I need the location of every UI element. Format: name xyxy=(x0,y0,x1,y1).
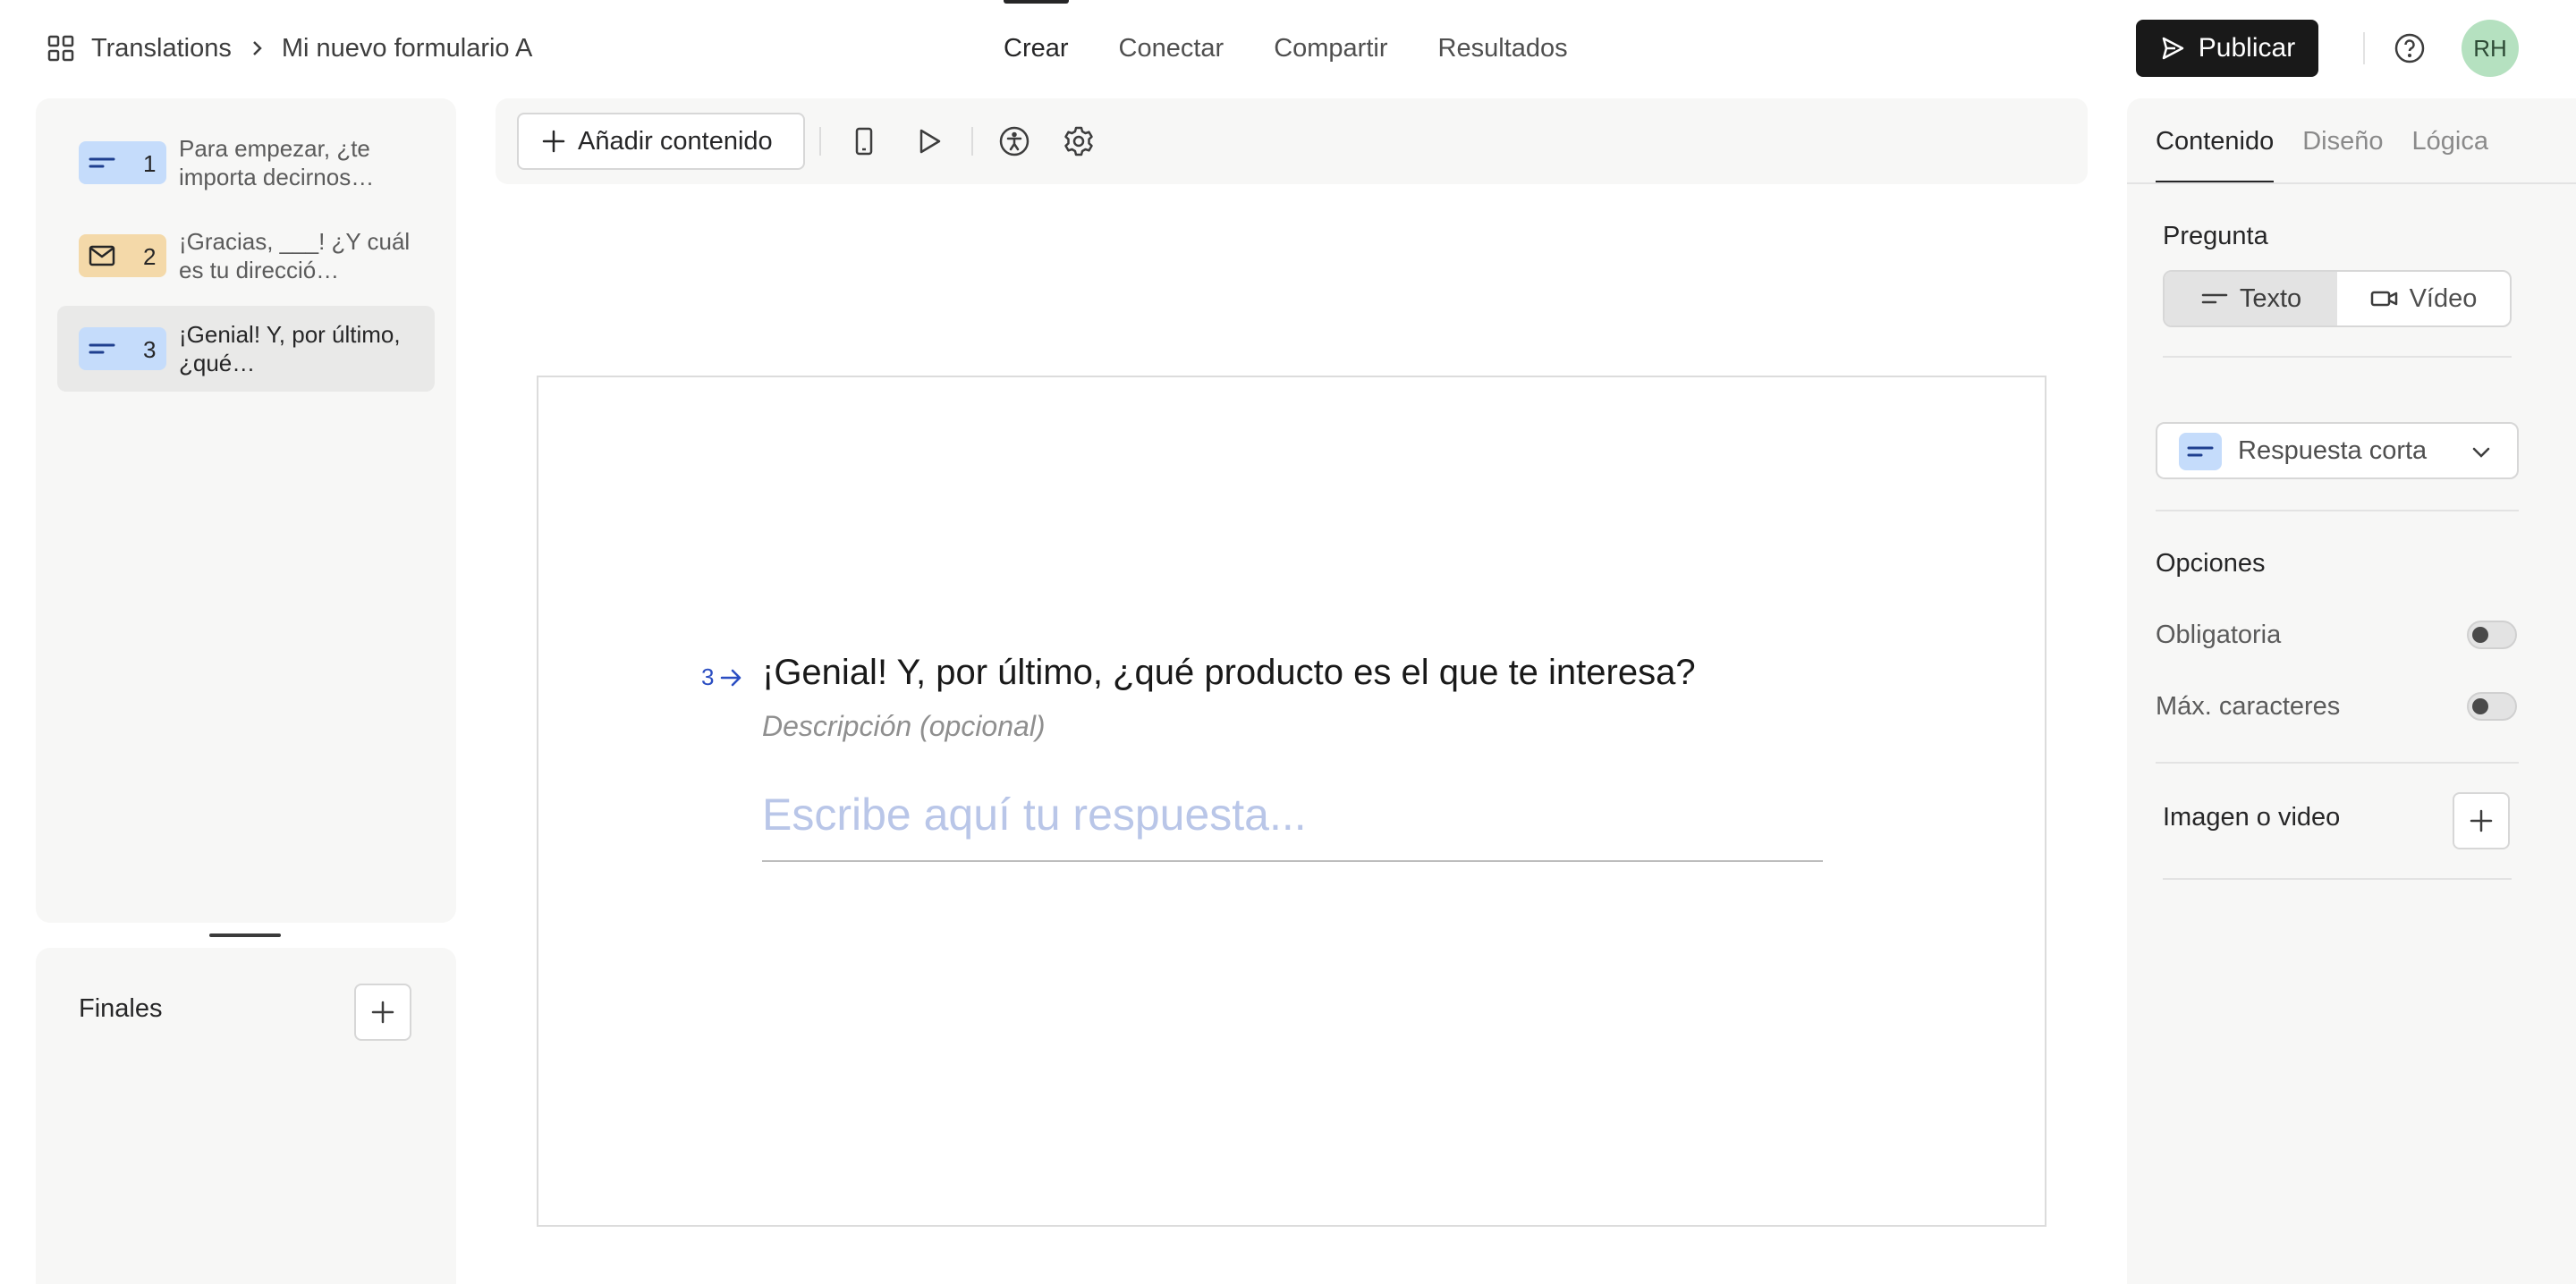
question-number-indicator: 3 xyxy=(701,663,744,691)
app-root: Translations Mi nuevo formulario A Crear… xyxy=(0,0,2576,1284)
tab-crear[interactable]: Crear xyxy=(1004,0,1069,97)
question-mode-toggle: Texto Vídeo xyxy=(2163,270,2512,327)
tabs-divider xyxy=(2127,182,2576,184)
toggle-knob xyxy=(2472,698,2488,714)
max-chars-toggle[interactable] xyxy=(2467,692,2517,721)
section-divider xyxy=(2156,510,2519,511)
chevron-right-icon xyxy=(253,41,262,55)
endings-panel: Finales xyxy=(36,948,456,1284)
question-list-item-1[interactable]: 1 Para empezar, ¿te importa decirnos… xyxy=(57,120,435,206)
top-bar: Translations Mi nuevo formulario A Crear… xyxy=(0,0,2576,97)
mobile-icon xyxy=(855,127,873,156)
add-content-button[interactable]: Añadir contenido xyxy=(517,113,805,170)
add-ending-button[interactable] xyxy=(354,984,411,1041)
short-text-icon xyxy=(89,343,115,354)
tab-compartir[interactable]: Compartir xyxy=(1274,0,1387,97)
accessibility-button[interactable] xyxy=(996,123,1032,159)
settings-panel: Contenido Diseño Lógica Pregunta Texto V… xyxy=(2127,98,2576,1284)
question-list-panel: 1 Para empezar, ¿te importa decirnos… 2 … xyxy=(36,98,456,923)
gear-icon xyxy=(1064,126,1093,156)
required-option-label: Obligatoria xyxy=(2156,621,2282,649)
question-title[interactable]: ¡Genial! Y, por último, ¿qué producto es… xyxy=(762,653,1696,693)
header-divider xyxy=(2363,32,2365,64)
question-number: 2 xyxy=(143,243,157,270)
toolbar-divider xyxy=(819,127,821,156)
question-list-item-3[interactable]: 3 ¡Genial! Y, por último, ¿qué… xyxy=(57,306,435,392)
tab-conectar[interactable]: Conectar xyxy=(1119,0,1224,97)
email-icon xyxy=(89,245,115,266)
text-icon xyxy=(2201,293,2228,304)
question-preview-canvas: 3 ¡Genial! Y, por último, ¿qué producto … xyxy=(537,376,2046,1227)
video-camera-icon xyxy=(2370,291,2397,307)
breadcrumb-form-name[interactable]: Mi nuevo formulario A xyxy=(282,34,532,63)
help-icon[interactable] xyxy=(2394,32,2426,64)
settings-tabs: Contenido Diseño Lógica xyxy=(2156,98,2517,184)
publish-label: Publicar xyxy=(2198,33,2296,63)
short-text-icon xyxy=(2187,446,2214,457)
add-content-label: Añadir contenido xyxy=(578,126,773,156)
question-number: 1 xyxy=(143,150,157,177)
tab-diseno[interactable]: Diseño xyxy=(2302,98,2383,184)
canvas-question-number: 3 xyxy=(701,663,715,690)
breadcrumb-workspace-link[interactable]: Translations xyxy=(91,34,232,63)
tab-contenido[interactable]: Contenido xyxy=(2156,98,2275,184)
required-toggle[interactable] xyxy=(2467,621,2517,649)
media-section-label: Imagen o video xyxy=(2163,803,2341,832)
question-list-label: Para empezar, ¿te importa decirnos… xyxy=(179,135,375,190)
main-nav: Crear Conectar Compartir Resultados xyxy=(1004,0,1618,97)
panel-resize-handle[interactable] xyxy=(209,933,281,937)
tab-resultados[interactable]: Resultados xyxy=(1438,0,1568,97)
section-divider xyxy=(2163,878,2512,880)
answer-input[interactable]: Escribe aquí tu respuesta... xyxy=(762,789,1823,862)
plus-icon xyxy=(2470,809,2493,832)
question-type-select[interactable]: Respuesta corta xyxy=(2156,422,2519,479)
question-description[interactable]: Descripción (opcional) xyxy=(762,710,1046,743)
chevron-down-icon xyxy=(2472,447,2490,458)
question-number: 3 xyxy=(143,336,157,363)
editor-toolbar: Añadir contenido xyxy=(496,98,2088,184)
question-list-label: ¡Gracias, ___! ¿Y cuál es tu direcció… xyxy=(179,228,411,283)
grid-icon[interactable] xyxy=(47,34,75,63)
mode-texto-label: Texto xyxy=(2239,283,2302,313)
endings-label: Finales xyxy=(79,994,163,1023)
breadcrumb: Translations Mi nuevo formulario A xyxy=(47,30,532,66)
mobile-preview-button[interactable] xyxy=(846,123,882,159)
question-type-badge xyxy=(2179,433,2222,470)
max-chars-option-label: Máx. caracteres xyxy=(2156,692,2341,721)
mode-video-label: Vídeo xyxy=(2409,283,2478,313)
settings-button[interactable] xyxy=(1061,123,1097,159)
toggle-knob xyxy=(2472,627,2488,643)
short-text-icon xyxy=(89,157,115,168)
plus-icon xyxy=(542,130,565,153)
toolbar-divider xyxy=(971,127,973,156)
send-icon xyxy=(2162,37,2184,60)
accessibility-icon xyxy=(999,126,1030,156)
plus-icon xyxy=(371,1001,394,1024)
question-badge-1: 1 xyxy=(79,141,166,184)
section-divider xyxy=(2156,762,2519,764)
question-badge-3: 3 xyxy=(79,327,166,370)
question-badge-2: 2 xyxy=(79,234,166,277)
tab-logica[interactable]: Lógica xyxy=(2412,98,2488,184)
question-section-label: Pregunta xyxy=(2163,222,2268,250)
play-icon xyxy=(919,129,941,154)
add-media-button[interactable] xyxy=(2453,792,2510,849)
preview-play-button[interactable] xyxy=(911,123,946,159)
question-list-label: ¡Genial! Y, por último, ¿qué… xyxy=(179,321,401,376)
section-divider xyxy=(2163,356,2512,358)
mode-video-button[interactable]: Vídeo xyxy=(2337,272,2510,325)
mode-texto-button[interactable]: Texto xyxy=(2165,272,2337,325)
options-section-label: Opciones xyxy=(2156,549,2266,578)
arrow-right-icon xyxy=(721,669,741,686)
publish-button[interactable]: Publicar xyxy=(2136,20,2318,77)
question-type-value: Respuesta corta xyxy=(2238,436,2428,465)
avatar[interactable]: RH xyxy=(2462,20,2519,77)
question-list-item-2[interactable]: 2 ¡Gracias, ___! ¿Y cuál es tu direcció… xyxy=(57,213,435,299)
